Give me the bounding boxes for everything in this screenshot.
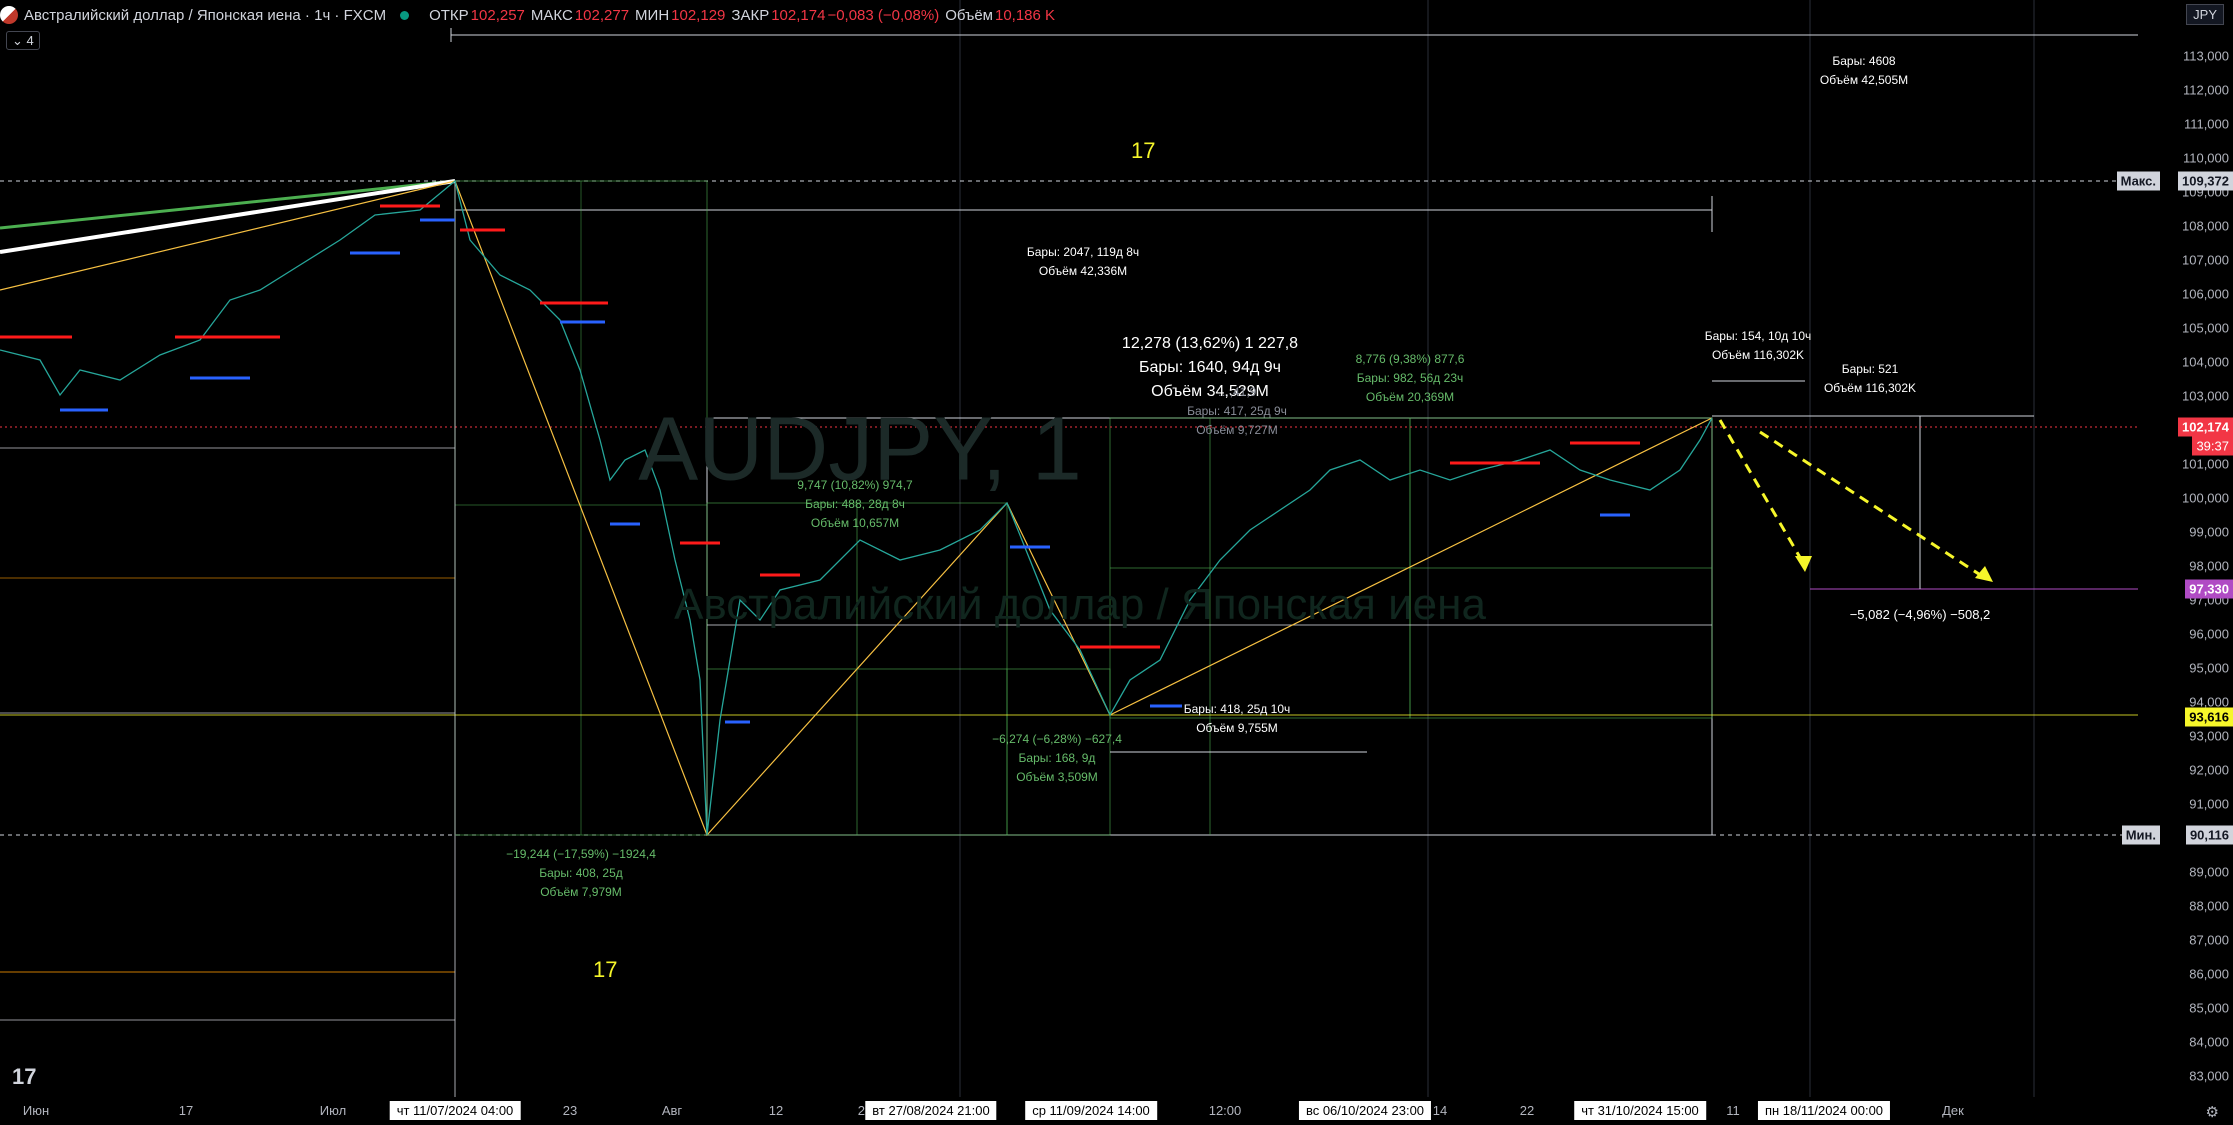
price-tick: 89,000 [2189,864,2229,880]
max-label: Макс. [2116,171,2160,191]
green-box-a-label: 9,747 (10,82%) 974,7 Бары: 488, 28д 8ч Объ… [797,478,913,530]
high-value: 102,277 [574,6,630,24]
drop-box-label: −19,244 (−17,59%) −1924,4 Бары: 408, 25д О… [506,847,656,899]
range-right-a-label: Бары: 154, 10д 10ч Объём 116,302K [1704,329,1812,362]
price-tick: 112,000 [2182,82,2229,98]
price-tick: 103,000 [2182,388,2229,404]
price-tick: 106,000 [2182,286,2229,302]
time-tick: 14 [1432,1103,1448,1118]
symbol-title[interactable]: Австралийский доллар / Японская иена · 1… [24,7,386,24]
time-tick: 22 [1519,1103,1535,1118]
close-label: ЗАКР [731,6,770,24]
price-axis[interactable]: 113,000 112,000 111,000 110,000 109,000 108,0… [2138,0,2233,1097]
range-right-b-label: Бары: 521 Объём 116,302K [1823,362,1917,395]
time-tick: Июн [22,1103,50,1118]
price-tick: 95,000 [2189,660,2229,676]
time-tick: Дек [1942,1103,1964,1118]
time-marker-label: ср 11/09/2024 14:00 [1025,1101,1157,1120]
symbol-logo-icon [0,6,18,24]
projection-label: −5,082 (−4,96%) −508,2 [1849,607,1991,622]
time-marker-label: вс 06/10/2024 23:00 [1298,1101,1432,1120]
wave-number-bottom: 17 [593,957,618,982]
time-marker-label: чт 11/07/2024 04:00 [389,1101,521,1120]
time-tick: 12:00 [1208,1103,1242,1118]
open-label: ОТКР [429,6,469,24]
price-tick: 99,000 [2189,524,2229,540]
price-tick: 86,000 [2189,966,2229,982]
current-price-label: 102,174 [2178,417,2233,437]
min-price-label: 90,116 [2185,825,2233,845]
close-value: 102,174 [771,6,826,24]
small-drop-label: −6,274 (−6,28%) −627,4 Бары: 168, 9д Объём… [992,732,1122,784]
range-top-label: Бары: 4608 Объём 42,505M [1819,54,1909,87]
support-price-label: 93,616 [2185,707,2233,727]
price-tick: 83,000 [2189,1068,2229,1084]
time-tick: Июл [319,1103,347,1118]
indicators-count: 4 [26,33,34,48]
price-tick: 108,000 [2182,218,2229,234]
change-value: −0,083 (−0,08%) [827,6,940,24]
price-tick: 93,000 [2189,728,2229,744]
min-label: Мин. [2121,825,2160,845]
time-tick: Авг [661,1103,683,1118]
range-long-label: Бары: 2047, 119д 8ч Объём 42,336M [1026,245,1140,278]
price-tick: 92,000 [2189,762,2229,778]
time-tick: 11 [1726,1103,1740,1118]
price-tick: 110,000 [2182,150,2229,166]
price-tick: 101,000 [2182,456,2229,472]
price-tick: 91,000 [2189,796,2229,812]
price-tick: 104,000 [2182,354,2229,370]
green-box-b-label: 8,776 (9,38%) 877,6 Бары: 982, 56д 23ч Объ… [1355,352,1465,404]
price-tick: 85,000 [2189,1000,2229,1016]
price-tick: 98,000 [2189,558,2229,574]
price-tick: 88,000 [2189,898,2229,914]
chart-canvas[interactable] [0,0,2233,1125]
time-marker-label: вт 27/08/2024 21:00 [865,1101,997,1120]
price-tick: 113,000 [2182,48,2229,64]
time-tick: 17 [178,1103,194,1118]
price-tick: 87,000 [2189,932,2229,948]
price-tick: 100,000 [2182,490,2229,506]
indicators-toggle-button[interactable]: ⌄ 4 [6,31,40,50]
time-tick: 23 [562,1103,578,1118]
price-tick: 84,000 [2189,1034,2229,1050]
low-label: МИН [635,6,670,24]
countdown-label: 39:37 [2192,436,2233,456]
wave-number-top: 17 [1131,138,1156,163]
high-label: МАКС [530,6,573,24]
price-tick: 105,000 [2182,320,2229,336]
hidden-box-label: …,41,9 Бары: 417, 25д 9ч Объём 9,727M [1187,385,1287,437]
open-value: 102,257 [470,6,525,24]
settings-icon[interactable]: ⚙ [2206,1103,2219,1121]
time-marker-label: чт 31/10/2024 15:00 [1574,1101,1706,1120]
watermark-name: Австралийский доллар / Японская иена [674,580,1486,629]
target-price-label: 97,330 [2185,579,2233,599]
price-tick: 96,000 [2189,626,2229,642]
volume-value: 10,186 K [994,6,1056,24]
price-tick: 111,000 [2183,116,2229,132]
time-axis[interactable]: Июн17Июл23Авг122012:00142211Декчт 11/07/… [0,1097,2233,1125]
time-tick: 12 [768,1103,784,1118]
time-marker-label: пн 18/11/2024 00:00 [1757,1101,1891,1120]
max-price-label: 109,372 [2178,171,2233,191]
chart-header: Австралийский доллар / Японская иена · 1… [0,0,1055,30]
price-tick: 107,000 [2182,252,2229,268]
volume-label: Объём [945,6,993,24]
market-status-icon [400,10,410,20]
range-mid-label: Бары: 418, 25д 10ч Объём 9,755M [1183,702,1291,735]
tradingview-logo-icon[interactable]: 17 [12,1064,36,1090]
low-value: 102,129 [671,6,726,24]
